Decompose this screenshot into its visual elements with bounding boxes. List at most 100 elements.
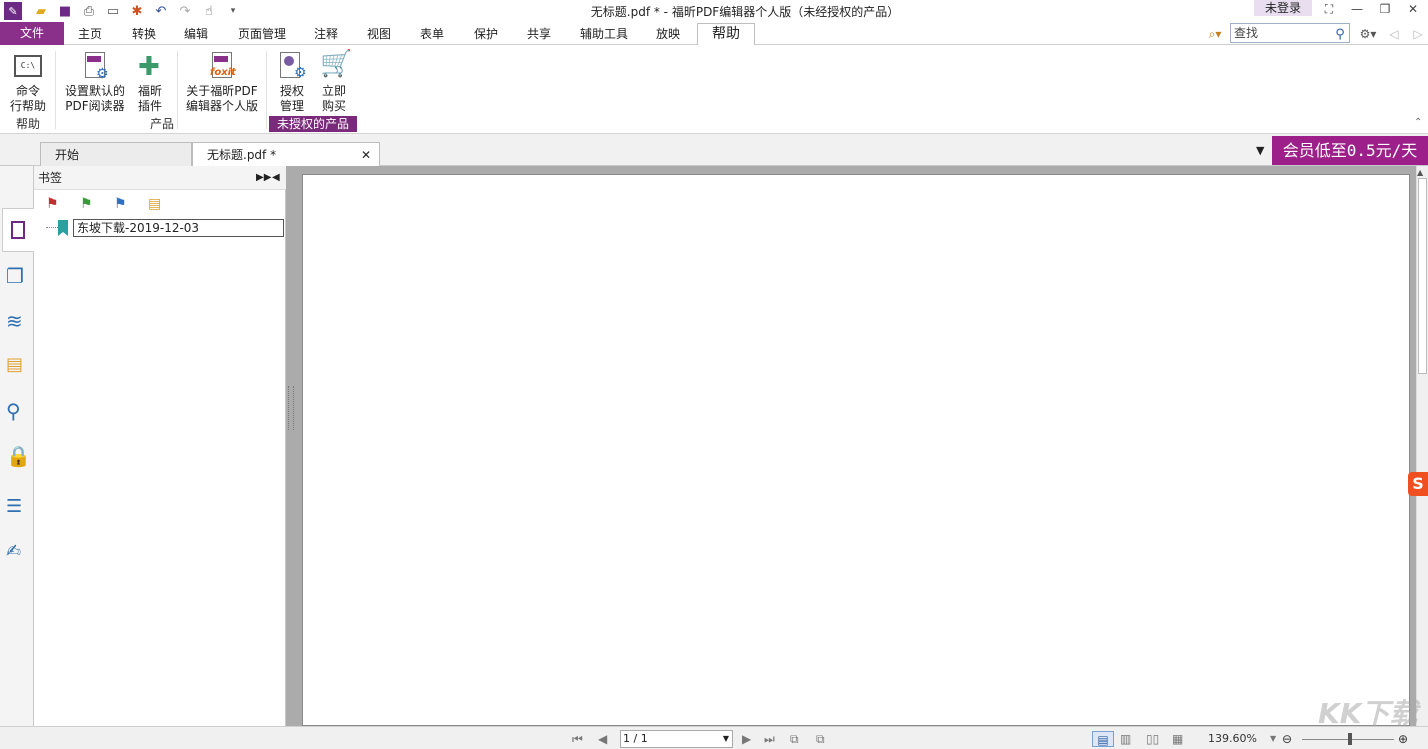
window-title: 无标题.pdf * - 福昕PDF编辑器个人版（未经授权的产品）: [0, 3, 1428, 20]
zoom-out-icon[interactable]: ⊖: [1282, 731, 1292, 747]
command-prompt-icon: C:\: [12, 50, 44, 82]
shopping-cart-icon: 🛒: [318, 50, 350, 82]
zoom-dropdown-icon[interactable]: ▼: [1270, 731, 1276, 747]
promo-banner[interactable]: 会员低至0.5元/天: [1272, 136, 1428, 165]
zoom-level[interactable]: 139.60%: [1208, 732, 1257, 745]
collapse-panel-icon[interactable]: ◀: [272, 166, 280, 190]
signature-icon[interactable]: ✍: [6, 541, 30, 565]
ribbon: C:\ 命令 行帮助 帮助 ⚙ 设置默认的 PDF阅读器 ✚ 福昕 插件 fox…: [0, 45, 1428, 134]
expand-panel-icon[interactable]: ▶▶: [256, 166, 271, 190]
first-page-icon[interactable]: ⏮: [572, 731, 583, 747]
tab-home[interactable]: 主页: [72, 24, 108, 45]
bookmark-panel-tab[interactable]: [2, 208, 34, 252]
comments-icon[interactable]: ▤: [6, 354, 30, 378]
panel-title: 书签: [38, 171, 62, 185]
bookmark-options-icon[interactable]: ▤: [148, 196, 161, 212]
menu-bar: 文件 主页 转换 编辑 页面管理 注释 视图 表单 保护 共享 辅助工具 放映 …: [0, 22, 1428, 45]
pages-icon[interactable]: ❐: [6, 264, 30, 288]
group-label-unlicensed: 未授权的产品: [269, 116, 357, 132]
tab-view[interactable]: 视图: [361, 24, 397, 45]
ribbon-separator: [266, 51, 267, 129]
set-default-reader-button[interactable]: ⚙ 设置默认的 PDF阅读器: [62, 50, 128, 114]
collapse-ribbon-icon[interactable]: ⌃: [1414, 117, 1422, 128]
license-manage-button[interactable]: ⚙ 授权 管理: [272, 50, 312, 114]
ribbon-separator: [55, 51, 56, 129]
page-number-value: 1 / 1: [623, 732, 648, 745]
group-label-product: 产品: [62, 116, 262, 132]
next-view-icon[interactable]: ⧉: [816, 731, 825, 747]
pdf-page[interactable]: [302, 174, 1410, 726]
zoom-in-icon[interactable]: ⊕: [1398, 731, 1408, 747]
tab-page-manage[interactable]: 页面管理: [232, 24, 292, 45]
single-page-view-icon[interactable]: ▤: [1092, 731, 1114, 747]
bookmark-item-input[interactable]: 东坡下载-2019-12-03: [73, 219, 284, 237]
tab-form[interactable]: 表单: [414, 24, 450, 45]
tab-list-dropdown-icon[interactable]: ▼: [1256, 144, 1264, 157]
command-help-button[interactable]: C:\ 命令 行帮助: [6, 50, 50, 114]
prev-arrow-icon[interactable]: ◁: [1386, 24, 1402, 45]
previous-view-icon[interactable]: ⧉: [790, 731, 799, 747]
settings-gear-icon[interactable]: ⚙▾: [1354, 24, 1382, 45]
close-tab-icon[interactable]: ✕: [361, 143, 371, 167]
tree-connector: [46, 227, 58, 228]
plugins-button[interactable]: ✚ 福昕 插件: [130, 50, 170, 114]
bookmark-icon: [58, 220, 68, 236]
sogou-ime-icon[interactable]: S: [1408, 472, 1428, 496]
page-number-input[interactable]: 1 / 1 ▼: [620, 730, 733, 748]
tab-accessibility[interactable]: 辅助工具: [575, 24, 633, 45]
vertical-scrollbar[interactable]: ▲: [1416, 166, 1428, 726]
pdf-settings-icon: ⚙: [79, 50, 111, 82]
lock-icon[interactable]: 🔒: [6, 444, 30, 468]
panel-header: 书签 ▶▶ ◀: [34, 166, 286, 190]
continuous-facing-icon[interactable]: ▦: [1172, 731, 1183, 747]
bookmark-page-icon: [11, 221, 25, 239]
tab-untitled-pdf[interactable]: 无标题.pdf * ✕: [192, 142, 380, 166]
fullscreen-icon[interactable]: ⛶: [1318, 1, 1340, 17]
tab-edit[interactable]: 编辑: [178, 24, 214, 45]
next-arrow-icon[interactable]: ▷: [1410, 24, 1426, 45]
last-page-icon[interactable]: ⏭: [764, 731, 775, 747]
add-child-bookmark-icon[interactable]: ⚑: [114, 196, 127, 212]
tab-protect[interactable]: 保护: [468, 24, 504, 45]
attachment-icon[interactable]: ⚲: [6, 399, 30, 423]
prev-page-icon[interactable]: ◀: [598, 731, 607, 747]
continuous-view-icon[interactable]: ▥: [1120, 731, 1131, 747]
tab-share[interactable]: 共享: [521, 24, 557, 45]
next-page-icon[interactable]: ▶: [742, 731, 751, 747]
tab-file[interactable]: 文件: [0, 22, 64, 45]
status-bar: ⏮ ◀ 1 / 1 ▼ ▶ ⏭ ⧉ ⧉ ▤ ▥ ▯▯ ▦ 139.60% ▼ ⊖…: [0, 726, 1428, 749]
close-button[interactable]: ✕: [1402, 1, 1424, 17]
delete-bookmark-icon[interactable]: ⚑: [46, 196, 59, 212]
page-dropdown-icon[interactable]: ▼: [723, 731, 729, 747]
tab-presentation[interactable]: 放映: [650, 24, 686, 45]
login-button[interactable]: 未登录: [1254, 0, 1312, 16]
tab-convert[interactable]: 转换: [126, 24, 162, 45]
search-options-icon[interactable]: ⌕▾: [1202, 24, 1228, 45]
foxit-logo-icon: foxit: [206, 50, 238, 82]
group-label-help: 帮助: [6, 116, 50, 132]
about-button[interactable]: foxit 关于福昕PDF 编辑器个人版: [184, 50, 260, 114]
tab-start[interactable]: 开始: [40, 142, 192, 166]
license-user-icon: ⚙: [276, 50, 308, 82]
zoom-slider-thumb[interactable]: [1348, 733, 1352, 745]
facing-view-icon[interactable]: ▯▯: [1146, 731, 1159, 747]
search-icon[interactable]: ⚲: [1331, 24, 1349, 45]
watermark-logo: KK下载: [1318, 692, 1428, 732]
layers-icon[interactable]: ≋: [6, 309, 30, 333]
scroll-thumb[interactable]: [1418, 178, 1427, 374]
puzzle-plugin-icon: ✚: [134, 50, 166, 82]
restore-button[interactable]: ❐: [1374, 1, 1396, 17]
scroll-up-icon[interactable]: ▲: [1417, 168, 1423, 177]
minimize-button[interactable]: —: [1346, 1, 1368, 17]
bookmark-panel: 书签 ▶▶ ◀ ⚑ ⚑ ⚑ ▤ 东坡下载-2019-12-03: [34, 166, 286, 726]
add-bookmark-icon[interactable]: ⚑: [80, 196, 93, 212]
tab-comment[interactable]: 注释: [308, 24, 344, 45]
title-bar: ✎ ▰ ■ ⎙ ▭ ✱ ↶ ↷ ☝ ▾ 无标题.pdf * - 福昕PDF编辑器…: [0, 0, 1428, 22]
content-list-icon[interactable]: ☰: [6, 496, 30, 520]
panel-splitter-handle[interactable]: [288, 386, 294, 430]
buy-now-button[interactable]: 🛒 立即 购买: [314, 50, 354, 114]
tab-help[interactable]: 帮助: [697, 23, 755, 45]
navigation-rail: ❐ ≋ ▤ ⚲ 🔒 ☰ ✍: [0, 166, 34, 726]
document-tab-bar: 开始 无标题.pdf * ✕ ▼ 会员低至0.5元/天: [0, 134, 1428, 166]
doc-tab-label: 无标题.pdf *: [207, 148, 276, 162]
